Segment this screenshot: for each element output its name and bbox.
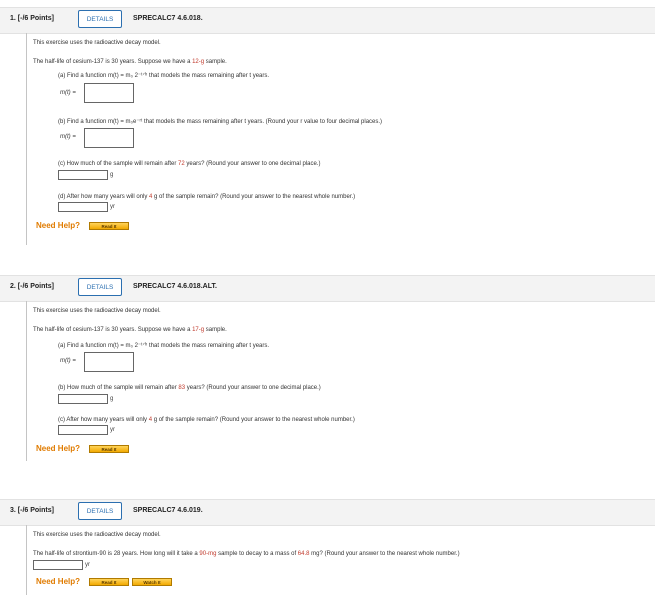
answer-label: m(t) = [60, 90, 76, 96]
question-code: SPRECALC7 4.6.018.ALT. [133, 283, 217, 290]
need-help-label: Need Help? [36, 444, 81, 453]
question-points: 1. [-/6 Points] [10, 15, 54, 22]
intro-text: This exercise uses the radioactive decay… [33, 532, 161, 538]
unit-label: yr [110, 427, 115, 433]
read-it-button[interactable]: Read It [89, 445, 129, 453]
answer-input-c[interactable] [58, 170, 108, 180]
answer-input-b[interactable] [58, 394, 108, 404]
unit-label: g [110, 172, 114, 178]
part-a-text: (a) Find a function m(t) = m₀ 2⁻ᵗᐟʰ that… [58, 343, 270, 349]
part-c-text: (c) How much of the sample will remain a… [58, 161, 321, 167]
question-points: 3. [-/6 Points] [10, 507, 54, 514]
question-3-header: 3. [-/6 Points] DETAILS SPRECALC7 4.6.01… [0, 499, 655, 526]
read-it-button[interactable]: Read It [89, 222, 129, 230]
question-1-header: 1. [-/6 Points] DETAILS SPRECALC7 4.6.01… [0, 7, 655, 34]
answer-input-b[interactable] [84, 128, 134, 148]
unit-label: yr [110, 204, 115, 210]
question-2-header: 2. [-/6 Points] DETAILS SPRECALC7 4.6.01… [0, 275, 655, 302]
question-2-body [26, 301, 655, 461]
question-code: SPRECALC7 4.6.018. [133, 15, 203, 22]
part-b-text: (b) How much of the sample will remain a… [58, 385, 321, 391]
watch-it-button[interactable]: Watch It [132, 578, 172, 586]
answer-label: m(t) = [60, 358, 76, 364]
part-d-text: (d) After how many years will only 4 g o… [58, 194, 356, 200]
answer-input[interactable] [33, 560, 83, 570]
answer-label: m(t) = [60, 134, 76, 140]
question-points: 2. [-/6 Points] [10, 283, 54, 290]
answer-input-d[interactable] [58, 202, 108, 212]
problem-statement: The half-life of cesium-137 is 30 years.… [33, 59, 227, 65]
unit-label: g [110, 396, 114, 402]
details-button[interactable]: DETAILS [78, 278, 122, 296]
read-it-button[interactable]: Read It [89, 578, 129, 586]
intro-text: This exercise uses the radioactive decay… [33, 308, 161, 314]
answer-input-c[interactable] [58, 425, 108, 435]
part-a-text: (a) Find a function m(t) = m₀ 2⁻ᵗᐟʰ that… [58, 73, 270, 79]
need-help-label: Need Help? [36, 221, 81, 230]
intro-text: This exercise uses the radioactive decay… [33, 40, 161, 46]
answer-input-a[interactable] [84, 83, 134, 103]
unit-label: yr [85, 562, 90, 568]
details-button[interactable]: DETAILS [78, 502, 122, 520]
question-code: SPRECALC7 4.6.019. [133, 507, 203, 514]
part-c-text: (c) After how many years will only 4 g o… [58, 417, 355, 423]
details-button[interactable]: DETAILS [78, 10, 122, 28]
problem-statement: The half-life of cesium-137 is 30 years.… [33, 327, 227, 333]
answer-input-a[interactable] [84, 352, 134, 372]
problem-statement: The half-life of strontium-90 is 28 year… [33, 551, 460, 557]
part-b-text: (b) Find a function m(t) = m₀e⁻ʳᵗ that m… [58, 119, 383, 125]
need-help-label: Need Help? [36, 577, 81, 586]
